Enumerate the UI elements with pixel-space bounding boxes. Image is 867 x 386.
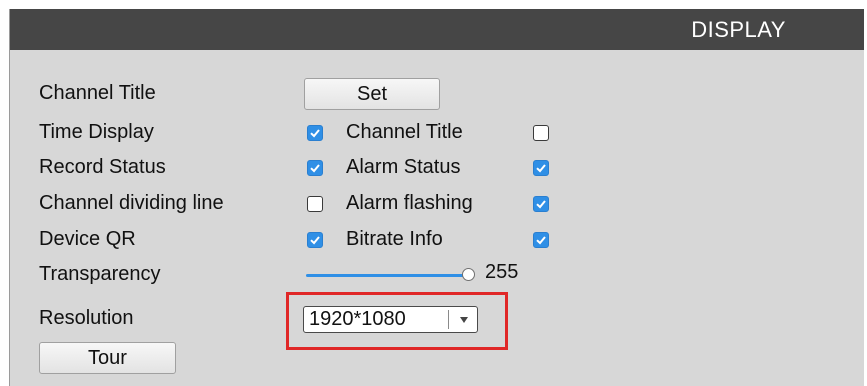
- tour-button[interactable]: Tour: [39, 342, 176, 374]
- alarm-flashing-label: Alarm flashing: [346, 192, 473, 214]
- bitrate-info-checkbox[interactable]: [533, 232, 549, 248]
- bitrate-info-label: Bitrate Info: [346, 228, 443, 250]
- checkmark-icon: [536, 200, 546, 209]
- transparency-slider-track[interactable]: [306, 274, 464, 277]
- checkmark-icon: [310, 164, 320, 173]
- device-qr-label: Device QR: [39, 228, 136, 250]
- checkmark-icon: [536, 164, 546, 173]
- display-settings-window: DISPLAY Channel Title Set Time Display C…: [9, 9, 864, 386]
- checkmark-icon: [310, 129, 320, 138]
- device-qr-checkbox[interactable]: [307, 232, 323, 248]
- alarm-status-checkbox[interactable]: [533, 160, 549, 176]
- titlebar: DISPLAY: [10, 9, 864, 50]
- window-title: DISPLAY: [691, 17, 786, 42]
- channel-dividing-line-label: Channel dividing line: [39, 192, 224, 214]
- alarm-status-label: Alarm Status: [346, 156, 461, 178]
- time-display-label: Time Display: [39, 121, 154, 143]
- channel-title-checkbox[interactable]: [533, 125, 549, 141]
- alarm-flashing-checkbox[interactable]: [533, 196, 549, 212]
- transparency-label: Transparency: [39, 263, 161, 285]
- record-status-label: Record Status: [39, 156, 166, 178]
- resolution-label: Resolution: [39, 307, 134, 329]
- channel-title-label: Channel Title: [39, 82, 156, 104]
- time-display-checkbox[interactable]: [307, 125, 323, 141]
- channel-title-option-label: Channel Title: [346, 121, 463, 143]
- checkmark-icon: [536, 236, 546, 245]
- record-status-checkbox[interactable]: [307, 160, 323, 176]
- transparency-slider-handle[interactable]: [462, 268, 475, 281]
- checkmark-icon: [310, 236, 320, 245]
- transparency-value: 255: [485, 261, 519, 283]
- channel-title-set-button[interactable]: Set: [304, 78, 440, 110]
- channel-dividing-line-checkbox[interactable]: [307, 196, 323, 212]
- resolution-highlight-box: [286, 292, 508, 350]
